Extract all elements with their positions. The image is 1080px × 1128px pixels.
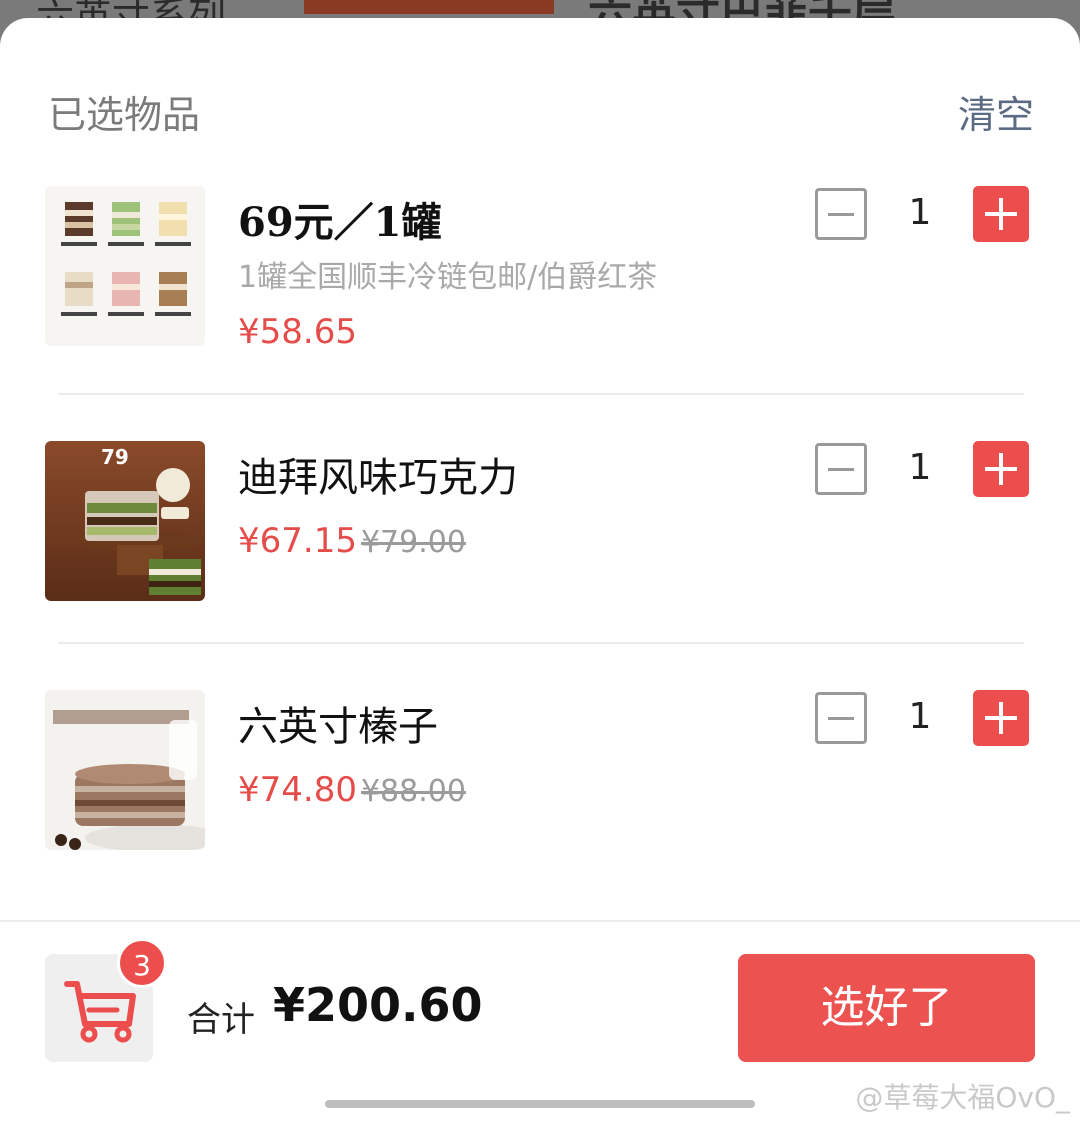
increase-quantity-button[interactable]	[973, 186, 1029, 242]
cart-item: 六英寸榛子 ¥74.80 ¥88.00 1	[0, 690, 1080, 890]
decrease-quantity-button[interactable]	[815, 188, 867, 240]
decrease-quantity-button[interactable]	[815, 692, 867, 744]
increase-quantity-button[interactable]	[973, 690, 1029, 746]
decrease-quantity-button[interactable]	[815, 443, 867, 495]
current-price: ¥67.15	[238, 521, 357, 561]
product-spec: 1罐全国顺丰冷链包邮/伯爵红茶	[238, 260, 658, 295]
original-price: ¥88.00	[360, 774, 466, 809]
quantity-value: 1	[908, 447, 932, 488]
product-name: 迪拜风味巧克力	[238, 455, 518, 501]
thumbnail-price-label: 79	[101, 445, 129, 469]
background-image	[304, 0, 554, 14]
product-thumbnail	[45, 186, 205, 346]
product-price: ¥58.65	[238, 312, 357, 352]
product-price: ¥67.15 ¥79.00	[238, 521, 466, 561]
quantity-value: 1	[908, 696, 932, 737]
product-name: 六英寸榛子	[238, 704, 438, 750]
watermark: @草莓大福OvO_	[855, 1081, 1070, 1114]
original-price: ¥79.00	[360, 525, 466, 560]
confirm-selection-button[interactable]: 选好了	[738, 954, 1035, 1062]
cart-item: 79 迪拜风味巧克力 ¥67.15 ¥79.00 1	[0, 441, 1080, 641]
home-indicator[interactable]	[325, 1100, 755, 1108]
divider	[58, 393, 1024, 395]
clear-button[interactable]: 清空	[958, 84, 1034, 139]
cart-item: 69元／1罐 1罐全国顺丰冷链包邮/伯爵红茶 ¥58.65 1	[0, 186, 1080, 386]
footer-divider	[0, 920, 1080, 922]
total-label: 合计	[187, 1000, 255, 1040]
current-price: ¥58.65	[238, 312, 357, 352]
cart-count-badge: 3	[117, 938, 167, 988]
total-amount: ¥200.60	[273, 978, 483, 1032]
product-price: ¥74.80 ¥88.00	[238, 770, 466, 810]
product-name: 69元／1罐	[238, 199, 442, 246]
current-price: ¥74.80	[238, 770, 357, 810]
product-thumbnail: 79	[45, 441, 205, 601]
product-thumbnail	[45, 690, 205, 850]
quantity-value: 1	[908, 192, 932, 233]
increase-quantity-button[interactable]	[973, 441, 1029, 497]
sheet-title: 已选物品	[48, 93, 201, 137]
divider	[58, 642, 1024, 644]
